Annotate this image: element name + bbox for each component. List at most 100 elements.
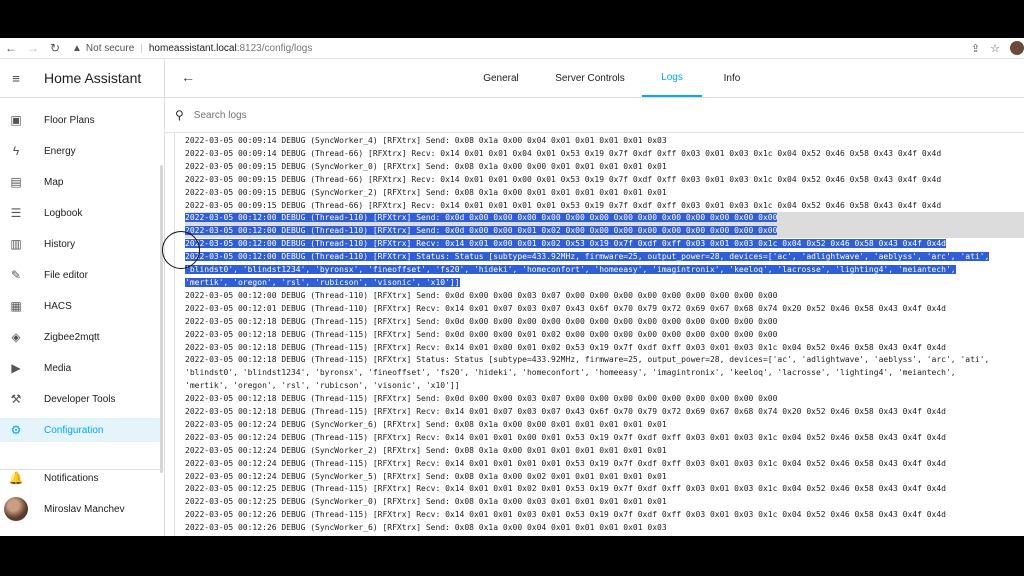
sidebar-item-energy[interactable]: ϟ Energy: [0, 139, 160, 163]
log-line: 'blindst0', 'blindst1234', 'byronsx', 'f…: [185, 367, 1024, 380]
share-icon[interactable]: ⇪: [971, 42, 980, 55]
hammer-icon: ⚒: [10, 392, 22, 406]
browser-toolbar: ← → ↻ ▲ Not secure | homeassistant.local…: [0, 38, 1024, 59]
back-arrow-icon[interactable]: ←: [181, 69, 195, 85]
log-line: 2022-03-05 00:12:24 DEBUG (Thread-115) […: [185, 458, 1024, 471]
sidebar-item-label: Zigbee2mqtt: [44, 331, 100, 343]
sidebar-item-floor-plans[interactable]: ▣ Floor Plans: [0, 108, 160, 132]
log-line-text: 2022-03-05 00:12:18 DEBUG (Thread-115) […: [185, 355, 990, 365]
sidebar-item-history[interactable]: ▥ History: [0, 232, 160, 256]
reload-icon[interactable]: ↻: [44, 41, 66, 55]
log-line-text: 2022-03-05 00:12:25 DEBUG (SyncWorker_0)…: [185, 497, 667, 507]
sidebar-scrollbar[interactable]: [160, 165, 163, 473]
profile-avatar[interactable]: [1010, 41, 1024, 55]
sidebar-item-notifications[interactable]: 🔔 Notifications: [0, 466, 160, 490]
star-icon[interactable]: ☆: [990, 42, 1000, 55]
log-line: 'mertik', 'oregon', 'rsl', 'rubicson', '…: [185, 380, 1024, 393]
bell-icon: 🔔: [8, 471, 24, 485]
map-icon: ▤: [10, 175, 22, 189]
log-line-text: 2022-03-05 00:12:18 DEBUG (Thread-115) […: [185, 342, 946, 352]
log-line: 2022-03-05 00:12:26 DEBUG (SyncWorker_6)…: [185, 522, 1024, 535]
url-host: homeassistant.local: [148, 42, 237, 54]
sidebar-item-label: Energy: [44, 145, 76, 157]
log-line-text: 'mertik', 'oregon', 'rsl', 'rubicson', '…: [185, 381, 460, 391]
address-bar[interactable]: ▲ Not secure | homeassistant.local:8123/…: [72, 43, 312, 54]
log-line: 2022-03-05 00:12:24 DEBUG (Thread-115) […: [185, 432, 1024, 445]
log-line: 2022-03-05 00:12:00 DEBUG (Thread-110) […: [185, 212, 1024, 226]
sidebar-item-configuration[interactable]: ⚙ Configuration: [0, 418, 160, 442]
log-line-text: 'blindst0', 'blindst1234', 'byronsx', 'f…: [185, 368, 956, 378]
sidebar-item-label: Developer Tools: [44, 393, 116, 405]
list-icon: ☰: [10, 206, 22, 220]
log-line-text: 'mertik', 'oregon', 'rsl', 'rubicson', '…: [185, 277, 460, 287]
log-line: 2022-03-05 00:12:18 DEBUG (Thread-115) […: [185, 329, 1024, 342]
sidebar-item-file-editor[interactable]: ✎ File editor: [0, 263, 160, 287]
log-line: 2022-03-05 00:09:14 DEBUG (Thread-66) [R…: [185, 148, 1024, 161]
back-icon[interactable]: ←: [0, 41, 22, 55]
tab-general[interactable]: General: [471, 59, 531, 97]
log-line-text: 2022-03-05 00:09:14 DEBUG (SyncWorker_4)…: [185, 136, 667, 145]
tab-bar: ← General Server Controls Logs Info: [165, 59, 1024, 98]
log-line-text: 2022-03-05 00:12:24 DEBUG (SyncWorker_5)…: [185, 471, 667, 481]
click-indicator: [162, 231, 200, 269]
log-line-text: 2022-03-05 00:12:00 DEBUG (Thread-110) […: [185, 252, 990, 262]
forward-icon[interactable]: →: [22, 41, 44, 55]
log-line-text: 2022-03-05 00:12:18 DEBUG (Thread-115) […: [185, 394, 778, 404]
log-line-text: 2022-03-05 00:12:25 DEBUG (Thread-115) […: [185, 484, 946, 494]
log-line-text: 2022-03-05 00:12:18 DEBUG (Thread-115) […: [185, 316, 778, 326]
log-line-text: 2022-03-05 00:09:15 DEBUG (Thread-66) [R…: [185, 200, 942, 210]
log-line: 2022-03-05 00:12:01 DEBUG (Thread-110) […: [185, 303, 1024, 316]
log-line: 2022-03-05 00:09:15 DEBUG (SyncWorker_0)…: [185, 161, 1024, 174]
sidebar-item-media[interactable]: ▶ Media: [0, 356, 160, 380]
log-line-text: 2022-03-05 00:12:01 DEBUG (Thread-110) […: [185, 303, 946, 313]
tab-info[interactable]: Info: [710, 59, 754, 97]
log-line-text: 2022-03-05 00:12:18 DEBUG (Thread-115) […: [185, 407, 946, 417]
log-line: 2022-03-05 00:12:18 DEBUG (Thread-115) […: [185, 406, 1024, 419]
sidebar-item-user[interactable]: Miroslav Manchev: [0, 497, 160, 521]
log-line: 2022-03-05 00:12:18 DEBUG (Thread-115) […: [185, 342, 1024, 355]
log-line-text: 'blindst0', 'blindst1234', 'byronsx', 'f…: [185, 265, 956, 275]
log-line: 2022-03-05 00:09:15 DEBUG (Thread-66) [R…: [185, 174, 1024, 187]
log-line: 2022-03-05 00:12:00 DEBUG (Thread-110) […: [185, 251, 1024, 264]
search-input[interactable]: [191, 108, 596, 122]
log-line: 'blindst0', 'blindst1234', 'byronsx', 'f…: [185, 264, 1024, 277]
sidebar-item-label: History: [44, 238, 76, 250]
log-line: 2022-03-05 00:12:24 DEBUG (SyncWorker_5)…: [185, 471, 1024, 484]
sidebar-item-label: Floor Plans: [44, 114, 95, 126]
menu-icon[interactable]: ≡: [0, 71, 32, 86]
not-secure-label: Not secure: [85, 42, 135, 54]
log-line: 2022-03-05 00:12:25 DEBUG (Thread-115) […: [185, 483, 1024, 496]
log-line: 2022-03-05 00:12:18 DEBUG (Thread-115) […: [185, 354, 1024, 367]
log-line-text: 2022-03-05 00:09:15 DEBUG (SyncWorker_2)…: [185, 187, 667, 197]
sidebar: ≡ Home Assistant ▣ Floor Plans ϟ Energy …: [0, 59, 165, 536]
sidebar-item-label: Notifications: [44, 472, 99, 484]
avatar: [4, 497, 28, 521]
sidebar-item-label: HACS: [44, 300, 72, 312]
chart-icon: ▥: [10, 237, 22, 251]
floor-plan-icon: ▣: [10, 113, 22, 127]
sidebar-item-label: Logbook: [44, 207, 83, 219]
hacs-icon: ▦: [10, 299, 22, 313]
lightning-icon: ϟ: [12, 144, 20, 158]
tab-server-controls[interactable]: Server Controls: [550, 59, 630, 97]
log-line: 2022-03-05 00:12:18 DEBUG (Thread-115) […: [185, 393, 1024, 406]
sidebar-item-hacs[interactable]: ▦ HACS: [0, 294, 160, 318]
log-viewer[interactable]: 2022-03-05 00:09:14 DEBUG (SyncWorker_4)…: [174, 133, 1024, 536]
log-line-text: 2022-03-05 00:12:00 DEBUG (Thread-110) […: [185, 226, 778, 236]
log-line: 2022-03-05 00:12:00 DEBUG (Thread-110) […: [185, 290, 1024, 303]
log-line: 2022-03-05 00:12:26 DEBUG (Thread-115) […: [185, 509, 1024, 522]
log-line-text: 2022-03-05 00:09:15 DEBUG (SyncWorker_0)…: [185, 161, 667, 171]
sidebar-item-developer-tools[interactable]: ⚒ Developer Tools: [0, 387, 160, 411]
sidebar-item-map[interactable]: ▤ Map: [0, 170, 160, 194]
sidebar-item-zigbee2mqtt[interactable]: ◈ Zigbee2mqtt: [0, 325, 160, 349]
log-line: 2022-03-05 00:12:24 DEBUG (SyncWorker_6)…: [185, 419, 1024, 432]
log-line-text: 2022-03-05 00:12:24 DEBUG (Thread-115) […: [185, 458, 946, 468]
log-line: 2022-03-05 00:09:14 DEBUG (SyncWorker_4)…: [185, 135, 1024, 148]
log-lines: 2022-03-05 00:09:14 DEBUG (SyncWorker_4)…: [185, 135, 1024, 535]
sidebar-item-logbook[interactable]: ☰ Logbook: [0, 201, 160, 225]
log-line: 2022-03-05 00:12:00 DEBUG (Thread-110) […: [185, 225, 1024, 239]
tab-logs[interactable]: Logs: [642, 59, 702, 97]
log-line-text: 2022-03-05 00:12:24 DEBUG (SyncWorker_2)…: [185, 445, 667, 455]
log-line-text: 2022-03-05 00:12:24 DEBUG (SyncWorker_6)…: [185, 419, 667, 429]
warning-icon: ▲: [72, 42, 82, 54]
